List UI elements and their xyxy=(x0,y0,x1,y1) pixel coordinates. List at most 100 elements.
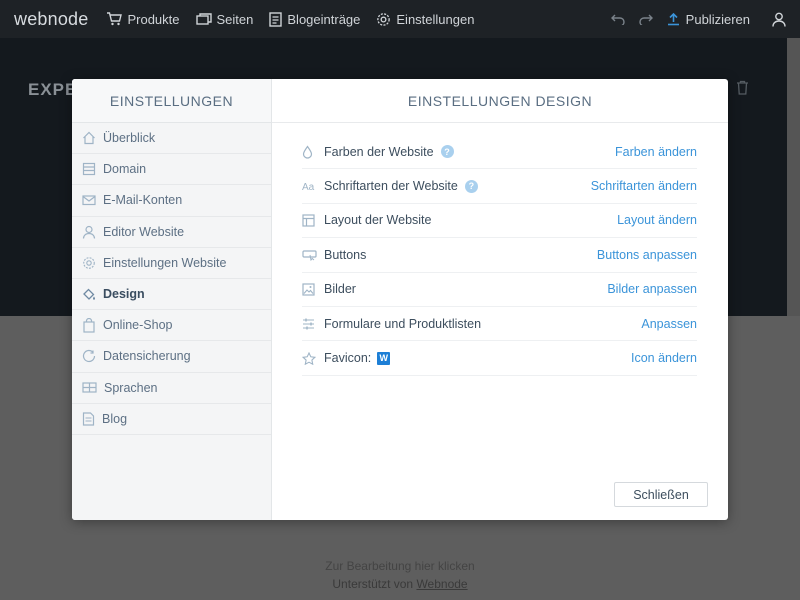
nav-products-label: Produkte xyxy=(127,11,180,27)
flag-icon xyxy=(82,382,97,393)
toolbar-right: Publizieren xyxy=(610,12,786,27)
sidebar-item-blog[interactable]: Blog xyxy=(72,404,271,435)
sidebar-item-design[interactable]: Design xyxy=(72,279,271,311)
row-favicon-label: Favicon: xyxy=(324,351,372,366)
backup-icon xyxy=(82,350,96,363)
nav-settings-label: Einstellungen xyxy=(396,11,475,27)
blog-icon xyxy=(269,11,283,27)
cart-icon xyxy=(107,12,123,26)
undo-icon xyxy=(610,14,625,25)
hero-heading: EXPE xyxy=(28,80,78,99)
settings-modal: EINSTELLUNGEN Überblick Domain E-Mail-Ko… xyxy=(72,79,728,520)
change-fonts-link[interactable]: Schriftarten ändern xyxy=(591,179,697,193)
design-settings-panel: EINSTELLUNGEN DESIGN Farben der Website?… xyxy=(272,79,728,520)
row-layout-label: Layout der Website xyxy=(324,213,432,228)
row-images-label: Bilder xyxy=(324,282,356,297)
change-icon-link[interactable]: Icon ändern xyxy=(631,351,697,365)
nav-products[interactable]: Produkte xyxy=(106,11,180,27)
blog-icon xyxy=(82,412,95,426)
row-images: Bilder Bilder anpassen xyxy=(302,273,697,307)
drop-icon xyxy=(302,145,313,159)
user-icon xyxy=(82,225,96,239)
change-colors-link[interactable]: Farben ändern xyxy=(615,145,697,159)
help-icon[interactable]: ? xyxy=(464,179,478,193)
sidebar-item-website-settings[interactable]: Einstellungen Website xyxy=(72,248,271,279)
button-icon xyxy=(302,250,317,261)
publish-label: Publizieren xyxy=(685,11,750,27)
change-layout-link[interactable]: Layout ändern xyxy=(617,213,697,227)
customize-buttons-link[interactable]: Buttons anpassen xyxy=(597,248,697,262)
top-toolbar: webnode Produkte Seiten Blogeinträge Ein… xyxy=(0,0,800,38)
publish-button[interactable]: Publizieren xyxy=(667,12,750,27)
sidebar-item-editors[interactable]: Editor Website xyxy=(72,217,271,248)
sidebar-item-label: Design xyxy=(103,287,145,302)
row-forms: Formulare und Produktlisten Anpassen xyxy=(302,307,697,342)
nav-settings[interactable]: Einstellungen xyxy=(376,12,474,27)
image-icon xyxy=(302,283,315,296)
paint-bucket-icon xyxy=(83,288,95,300)
nav-pages-label: Seiten xyxy=(216,11,254,27)
sidebar-item-label: Sprachen xyxy=(104,380,158,395)
nav-blog-label: Blogeinträge xyxy=(287,11,361,27)
nav-blog[interactable]: Blogeinträge xyxy=(269,12,360,27)
design-options-list: Farben der Website? Farben ändern Aa Sch… xyxy=(272,123,728,376)
sidebar-item-label: Datensicherung xyxy=(103,349,191,364)
row-forms-label: Formulare und Produktlisten xyxy=(324,316,482,331)
font-icon: Aa xyxy=(302,182,315,192)
row-buttons-label: Buttons xyxy=(324,247,367,262)
sidebar-item-overview[interactable]: Überblick xyxy=(72,123,271,155)
sidebar-item-label: Überblick xyxy=(103,131,156,146)
sidebar-item-label: Einstellungen Website xyxy=(103,255,227,270)
upload-icon xyxy=(667,12,679,26)
panel-title: EINSTELLUNGEN DESIGN xyxy=(272,79,728,123)
sidebar-item-backup[interactable]: Datensicherung xyxy=(72,341,271,373)
footer-webnode-link[interactable]: Webnode xyxy=(416,577,467,591)
footer-credit: Unterstützt von Webnode xyxy=(0,577,800,591)
domain-icon xyxy=(82,163,96,176)
sidebar-item-label: E-Mail-Konten xyxy=(103,193,183,208)
sidebar-item-email[interactable]: E-Mail-Konten xyxy=(72,185,271,217)
layout-icon xyxy=(302,214,315,227)
undo-button[interactable] xyxy=(610,13,625,25)
gear-icon xyxy=(377,12,391,26)
star-icon xyxy=(302,351,316,365)
row-colors-label: Farben der Website xyxy=(324,144,434,159)
row-buttons: Buttons Buttons anpassen xyxy=(302,238,697,273)
settings-sidebar: EINSTELLUNGEN Überblick Domain E-Mail-Ko… xyxy=(72,79,272,520)
shopping-bag-icon xyxy=(83,317,95,333)
row-favicon: Favicon: W Icon ändern xyxy=(302,341,697,376)
customize-forms-link[interactable]: Anpassen xyxy=(641,317,697,331)
row-fonts: Aa Schriftarten der Website? Schriftarte… xyxy=(302,169,697,204)
webnode-logo[interactable]: webnode xyxy=(14,9,88,30)
account-button[interactable] xyxy=(772,12,786,27)
row-colors: Farben der Website? Farben ändern xyxy=(302,135,697,170)
page-scrollbar[interactable] xyxy=(787,38,800,316)
pages-icon xyxy=(195,13,212,25)
footer-prefix: Unterstützt von xyxy=(332,577,417,591)
svg-text:Aa: Aa xyxy=(302,182,315,192)
sidebar-item-label: Blog xyxy=(102,411,128,426)
sidebar-item-label: Online-Shop xyxy=(103,318,173,333)
sliders-icon xyxy=(303,318,314,330)
trash-icon xyxy=(736,80,749,100)
sidebar-title: EINSTELLUNGEN xyxy=(72,79,271,123)
sidebar-item-label: Editor Website xyxy=(103,224,185,239)
redo-button[interactable] xyxy=(638,13,653,25)
home-icon xyxy=(83,131,95,145)
close-button[interactable]: Schließen xyxy=(614,482,708,507)
sidebar-item-domain[interactable]: Domain xyxy=(72,154,271,186)
nav-pages[interactable]: Seiten xyxy=(195,11,254,27)
sidebar-item-shop[interactable]: Online-Shop xyxy=(72,310,271,342)
sidebar-item-languages[interactable]: Sprachen xyxy=(72,373,271,404)
footer-edit-hint: Zur Bearbeitung hier klicken xyxy=(325,559,475,573)
user-icon xyxy=(772,12,786,27)
sidebar-item-label: Domain xyxy=(103,162,147,177)
help-icon[interactable]: ? xyxy=(440,145,454,159)
mail-icon xyxy=(82,195,96,206)
row-fonts-label: Schriftarten der Website xyxy=(324,179,458,194)
gear-icon xyxy=(83,257,95,269)
favicon-preview: W xyxy=(377,351,391,365)
redo-icon xyxy=(638,14,653,25)
customize-images-link[interactable]: Bilder anpassen xyxy=(607,282,697,296)
row-layout: Layout der Website Layout ändern xyxy=(302,204,697,239)
